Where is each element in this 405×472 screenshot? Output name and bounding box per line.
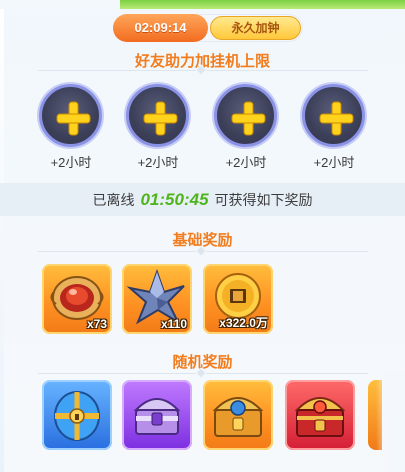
reward-card-red-chest[interactable] bbox=[285, 380, 355, 450]
reward-card-blue-chest[interactable] bbox=[42, 380, 112, 450]
add-helper-button[interactable] bbox=[214, 84, 277, 147]
plus-icon bbox=[231, 101, 266, 136]
offline-prefix: 已离线 bbox=[92, 192, 135, 208]
add-helper-button[interactable] bbox=[126, 84, 189, 147]
reward-card-orange-chest[interactable] bbox=[203, 380, 273, 450]
reward-quantity: x110 bbox=[160, 317, 187, 331]
scroll-fade bbox=[376, 372, 405, 472]
random-rewards-divider bbox=[38, 367, 368, 379]
timer-pill: 02:09:14 永久加钟 bbox=[113, 14, 303, 42]
reward-card-purple-chest[interactable] bbox=[122, 380, 192, 450]
helper-bonus-label: +2小时 bbox=[225, 155, 267, 170]
reward-card-blue-crystal[interactable]: x110 bbox=[122, 264, 192, 334]
plus-icon bbox=[319, 101, 354, 136]
helper-bonus-label: +2小时 bbox=[137, 155, 179, 170]
helpers-divider bbox=[38, 64, 368, 76]
reward-quantity: x73 bbox=[86, 317, 107, 331]
helper-slot-3[interactable]: +2小时 bbox=[212, 84, 280, 174]
helper-slot-4[interactable]: +2小时 bbox=[300, 84, 368, 174]
blue-gold-chest-icon bbox=[54, 391, 100, 441]
add-helper-button[interactable] bbox=[302, 84, 365, 147]
helper-slot-2[interactable]: +2小时 bbox=[124, 84, 192, 174]
helper-slot-1[interactable]: +2小时 bbox=[37, 84, 105, 174]
timer-time: 02:09:14 bbox=[113, 14, 208, 42]
plus-icon bbox=[143, 101, 178, 136]
red-chest-icon bbox=[294, 397, 346, 437]
top-accent-bar bbox=[0, 0, 405, 9]
reward-card-gold-coin[interactable]: x322.0万 bbox=[203, 264, 273, 334]
offline-suffix: 可获得如下奖励 bbox=[214, 192, 313, 208]
orange-chest-icon bbox=[212, 397, 264, 437]
reward-quantity: x322.0万 bbox=[219, 316, 268, 330]
offline-time: 01:50:45 bbox=[140, 190, 209, 209]
permanent-extend-button[interactable]: 永久加钟 bbox=[210, 16, 301, 40]
plus-icon bbox=[56, 101, 91, 136]
add-helper-button[interactable] bbox=[39, 84, 102, 147]
helper-bonus-label: +2小时 bbox=[50, 155, 92, 170]
reward-card-red-gem[interactable]: x73 bbox=[42, 264, 112, 334]
offline-banner: 已离线 01:50:45 可获得如下奖励 bbox=[0, 183, 405, 216]
helper-bonus-label: +2小时 bbox=[313, 155, 355, 170]
purple-chest-icon bbox=[133, 398, 181, 435]
base-rewards-divider bbox=[38, 245, 368, 257]
